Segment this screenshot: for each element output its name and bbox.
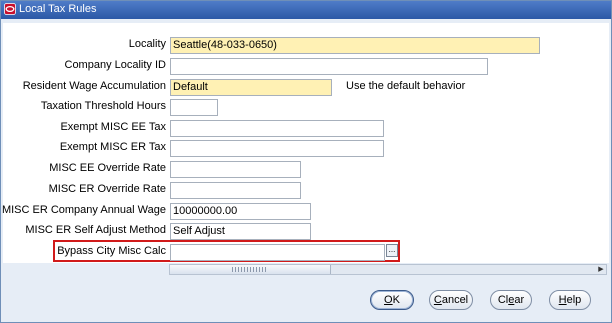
company-locality-id-field[interactable] xyxy=(170,58,488,75)
misc-er-override-rate-field[interactable] xyxy=(170,182,301,199)
window-title: Local Tax Rules xyxy=(19,3,97,15)
grip-icon xyxy=(232,267,268,272)
misc-er-company-annual-wage-label: MISC ER Company Annual Wage xyxy=(1,204,166,216)
misc-er-self-adjust-method-field[interactable]: Self Adjust xyxy=(170,223,311,240)
resident-wage-accumulation-hint: Use the default behavior xyxy=(346,80,466,92)
exempt-misc-ee-tax-label: Exempt MISC EE Tax xyxy=(60,121,166,133)
bypass-city-misc-calc-label: Bypass City Misc Calc xyxy=(57,245,166,257)
oracle-logo-icon xyxy=(4,3,16,15)
clear-label-rest: ar xyxy=(514,294,525,306)
exempt-misc-er-tax-label: Exempt MISC ER Tax xyxy=(59,141,166,153)
misc-er-self-adjust-method-label: MISC ER Self Adjust Method xyxy=(25,224,166,236)
misc-er-company-annual-wage-field[interactable]: 10000000.00 xyxy=(170,203,311,220)
resident-wage-accumulation-label: Resident Wage Accumulation xyxy=(22,80,166,92)
cancel-button[interactable]: Cancel xyxy=(429,290,473,310)
misc-ee-override-rate-field[interactable] xyxy=(170,161,301,178)
taxation-threshold-hours-label: Taxation Threshold Hours xyxy=(40,100,166,112)
bypass-city-misc-calc-field[interactable] xyxy=(170,244,385,261)
exempt-misc-er-tax-field[interactable] xyxy=(170,140,384,157)
misc-ee-override-rate-label: MISC EE Override Rate xyxy=(49,162,166,174)
locality-label: Locality xyxy=(128,38,166,50)
ok-label-rest: K xyxy=(392,294,400,306)
ok-button[interactable]: OK xyxy=(370,290,414,310)
scroll-thumb[interactable] xyxy=(170,265,331,274)
clear-button[interactable]: Clear xyxy=(490,290,532,310)
local-tax-rules-window: Local Tax Rules Locality Seattle(48-033-… xyxy=(0,0,612,323)
cancel-mnemonic: C xyxy=(433,294,442,306)
help-mnemonic: H xyxy=(558,294,567,306)
taxation-threshold-hours-field[interactable] xyxy=(170,99,218,116)
locality-field[interactable]: Seattle(48-033-0650) xyxy=(170,37,540,54)
company-locality-id-label: Company Locality ID xyxy=(64,59,167,71)
help-label-rest: elp xyxy=(566,294,582,306)
misc-er-override-rate-label: MISC ER Override Rate xyxy=(48,183,166,195)
horizontal-scrollbar[interactable]: ▶ xyxy=(169,264,607,275)
ok-mnemonic: O xyxy=(384,294,393,306)
list-of-values-button[interactable]: ... xyxy=(386,244,398,257)
resident-wage-accumulation-field[interactable]: Default xyxy=(170,79,332,96)
cancel-label-rest: ancel xyxy=(441,294,469,306)
title-bar: Local Tax Rules xyxy=(1,1,611,19)
scroll-right-arrow-icon[interactable]: ▶ xyxy=(596,265,606,274)
clear-label-pre: Cl xyxy=(497,294,509,306)
exempt-misc-ee-tax-field[interactable] xyxy=(170,120,384,137)
help-button[interactable]: Help xyxy=(549,290,591,310)
